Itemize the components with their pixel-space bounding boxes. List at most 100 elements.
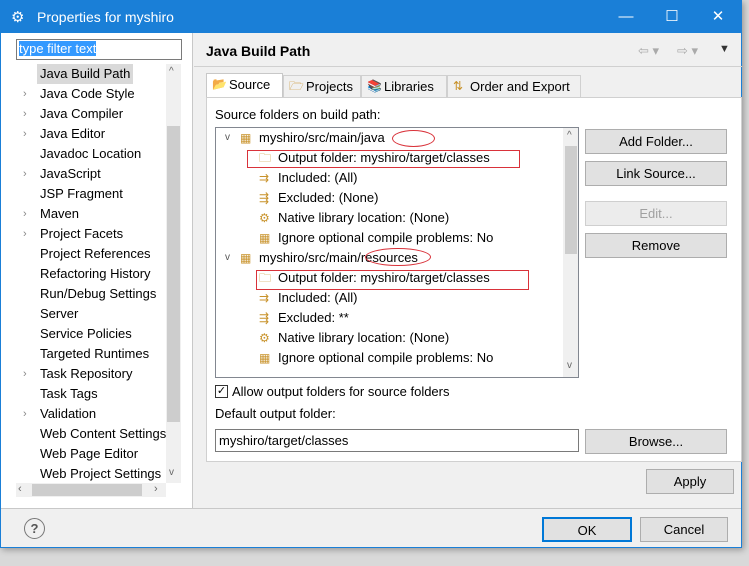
tree-scroll-thumb[interactable] (565, 146, 577, 254)
annotation-circle-java (392, 130, 435, 147)
sidebar-item-label: Web Project Settings (40, 466, 162, 481)
sidebar-item-label: Java Compiler (40, 106, 124, 121)
scroll-up-icon[interactable]: ^ (169, 66, 174, 77)
tree-row-text: Excluded: ** (278, 310, 349, 325)
sidebar: type filter text Java Build Path › Java Co… (1, 33, 193, 508)
sidebar-item[interactable]: Web Content Settings (1, 424, 166, 444)
tab-source[interactable]: 📂 Source (206, 73, 283, 98)
scroll-down-icon[interactable]: v (169, 467, 174, 478)
sidebar-item[interactable]: › Maven (1, 204, 166, 224)
sidebar-item-label: Targeted Runtimes (40, 346, 150, 361)
cancel-button[interactable]: Cancel (640, 517, 728, 542)
library-icon: 📚 (367, 79, 382, 93)
sidebar-item[interactable]: › Java Code Style (1, 84, 166, 104)
include-filter-icon: ⇉ (259, 171, 270, 185)
sidebar-item-label: Java Build Path (37, 64, 134, 84)
sidebar-item-label: JavaScript (40, 166, 101, 181)
remove-button[interactable]: Remove (585, 233, 727, 258)
tab-label: Libraries (384, 79, 434, 94)
sidebar-item[interactable]: Task Tags (1, 384, 166, 404)
maximize-button[interactable]: ☐ (649, 1, 695, 33)
sidebar-item[interactable]: Run/Debug Settings (1, 284, 166, 304)
expand-chevron-icon[interactable]: › (23, 84, 27, 104)
sidebar-item[interactable]: › JavaScript (1, 164, 166, 184)
source-folders-label: Source folders on build path: (215, 107, 381, 122)
sidebar-item[interactable]: Project References (1, 244, 166, 264)
sidebar-item[interactable]: › Java Editor (1, 124, 166, 144)
sidebar-horizontal-scrollbar[interactable]: ‹ › (16, 483, 166, 497)
default-output-input[interactable]: myshiro/target/classes (215, 429, 579, 452)
filter-text: type filter text (19, 41, 97, 56)
expand-chevron-icon[interactable]: › (23, 404, 27, 424)
hscroll-thumb[interactable] (32, 484, 142, 496)
edit-button[interactable]: Edit... (585, 201, 727, 226)
browse-button[interactable]: Browse... (585, 429, 727, 454)
sidebar-item-label: Javadoc Location (40, 146, 142, 161)
sidebar-item-label: Validation (40, 406, 97, 421)
help-icon[interactable]: ? (24, 518, 45, 539)
sidebar-item[interactable]: Java Build Path (1, 64, 166, 84)
sidebar-item-label: Task Tags (40, 386, 98, 401)
filter-input[interactable]: type filter text (16, 39, 182, 60)
sidebar-item[interactable]: Targeted Runtimes (1, 344, 166, 364)
sidebar-item[interactable]: Server (1, 304, 166, 324)
scroll-right-icon[interactable]: › (154, 483, 158, 495)
sidebar-item-label: Server (40, 306, 79, 321)
sidebar-item[interactable]: › Task Repository (1, 364, 166, 384)
tree-row-text: Native library location: (None) (278, 330, 450, 345)
sidebar-item[interactable]: Web Project Settings (1, 464, 166, 483)
tab-libraries[interactable]: 📚 Libraries (361, 75, 447, 98)
tab-projects[interactable]: 🗁 Projects (283, 75, 361, 98)
scroll-thumb[interactable] (167, 126, 180, 422)
expand-chevron-icon[interactable]: › (23, 104, 27, 124)
expand-chevron-icon[interactable]: › (23, 204, 27, 224)
scroll-up-icon[interactable]: ^ (567, 130, 572, 141)
native-library-icon: ⚙ (259, 331, 270, 345)
sidebar-item[interactable]: Javadoc Location (1, 144, 166, 164)
expand-chevron-icon[interactable]: › (23, 224, 27, 244)
sidebar-item[interactable]: Service Policies (1, 324, 166, 344)
ok-button[interactable]: OK (542, 517, 632, 542)
sidebar-item[interactable]: Refactoring History (1, 264, 166, 284)
sidebar-item-label: Java Editor (40, 126, 106, 141)
scroll-down-icon[interactable]: v (567, 360, 572, 371)
sidebar-item[interactable]: › Validation (1, 404, 166, 424)
default-output-label: Default output folder: (215, 406, 336, 421)
allow-output-checkbox[interactable]: ✓ (215, 385, 228, 398)
link-source-button[interactable]: Link Source... (585, 161, 727, 186)
properties-dialog: ⚙ Properties for myshiro — ☐ ✕ type filt… (0, 0, 742, 548)
sidebar-item[interactable]: Web Page Editor (1, 444, 166, 464)
sidebar-item[interactable]: › Project Facets (1, 224, 166, 244)
sidebar-item-label: Project Facets (40, 226, 124, 241)
allow-output-label: Allow output folders for source folders (232, 384, 450, 399)
tab-order-and-export[interactable]: ⇅ Order and Export (447, 75, 581, 98)
add-folder-button[interactable]: Add Folder... (585, 129, 727, 154)
sidebar-item[interactable]: › Java Compiler (1, 104, 166, 124)
scroll-left-icon[interactable]: ‹ (18, 483, 22, 495)
view-menu-icon[interactable]: ▼ (719, 43, 730, 55)
forward-icon[interactable]: ⇨ ▾ (677, 43, 698, 59)
tree-vertical-scrollbar[interactable]: ^ v (563, 128, 578, 377)
sidebar-item-label: Task Repository (40, 366, 133, 381)
sidebar-item-label: JSP Fragment (40, 186, 123, 201)
tab-label: Order and Export (470, 79, 570, 94)
source-folders-tree[interactable]: v ▦ myshiro/src/main/java 🗀 Output folder: m… (215, 127, 579, 378)
package-folder-icon: ▦ (240, 131, 252, 145)
sidebar-item-label: Java Code Style (40, 86, 135, 101)
close-button[interactable]: ✕ (695, 1, 741, 33)
minimize-button[interactable]: — (603, 1, 649, 33)
exclude-filter-icon: ⇶ (259, 191, 270, 205)
tree-row-text: Excluded: (None) (278, 190, 379, 205)
collapse-chevron-icon[interactable]: v (225, 128, 230, 148)
apply-button[interactable]: Apply (646, 469, 734, 494)
collapse-chevron-icon[interactable]: v (225, 248, 230, 268)
expand-chevron-icon[interactable]: › (23, 124, 27, 144)
sidebar-item[interactable]: JSP Fragment (1, 184, 166, 204)
back-icon[interactable]: ⇦ ▾ (638, 43, 659, 59)
window-title: Properties for myshiro (37, 9, 174, 25)
expand-chevron-icon[interactable]: › (23, 364, 27, 384)
tree-row-text: Ignore optional compile problems: No (278, 350, 494, 365)
sidebar-vertical-scrollbar[interactable]: ^ v (166, 64, 181, 483)
expand-chevron-icon[interactable]: › (23, 164, 27, 184)
annotation-box-output-2 (256, 270, 529, 290)
